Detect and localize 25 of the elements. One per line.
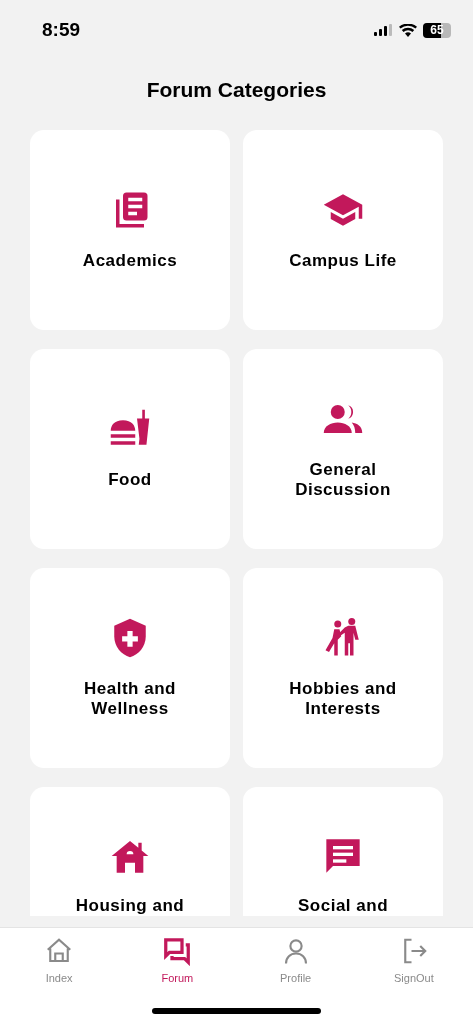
category-card[interactable]: Social and xyxy=(243,787,443,916)
category-label: General Discussion xyxy=(294,460,392,500)
category-card[interactable]: Academics xyxy=(30,130,230,330)
signal-icon xyxy=(374,24,393,36)
category-label: Campus Life xyxy=(289,251,397,271)
wifi-icon xyxy=(399,23,417,37)
category-card[interactable]: Health and Wellness xyxy=(30,568,230,768)
category-card[interactable]: Campus Life xyxy=(243,130,443,330)
category-card[interactable]: Hobbies and Interests xyxy=(243,568,443,768)
tab[interactable]: SignOut xyxy=(354,934,473,986)
category-label: Food xyxy=(108,470,152,490)
forum-icon xyxy=(162,936,193,966)
category-label: Housing and xyxy=(75,896,185,916)
page-title: Forum Categories xyxy=(145,77,328,103)
category-label: Health and Wellness xyxy=(83,679,177,719)
category-card[interactable]: Food xyxy=(30,349,230,549)
status-time: 8:59 xyxy=(42,19,81,41)
category-label: Academics xyxy=(82,251,178,271)
tab[interactable]: Index xyxy=(0,934,119,986)
category-label: Social and xyxy=(298,896,388,916)
tab[interactable]: Forum xyxy=(118,934,237,986)
category-label: Hobbies and Interests xyxy=(288,679,398,719)
category-card[interactable]: General Discussion xyxy=(243,349,443,549)
category-card[interactable]: Housing and xyxy=(30,787,230,916)
tab[interactable]: Profile xyxy=(236,934,355,986)
